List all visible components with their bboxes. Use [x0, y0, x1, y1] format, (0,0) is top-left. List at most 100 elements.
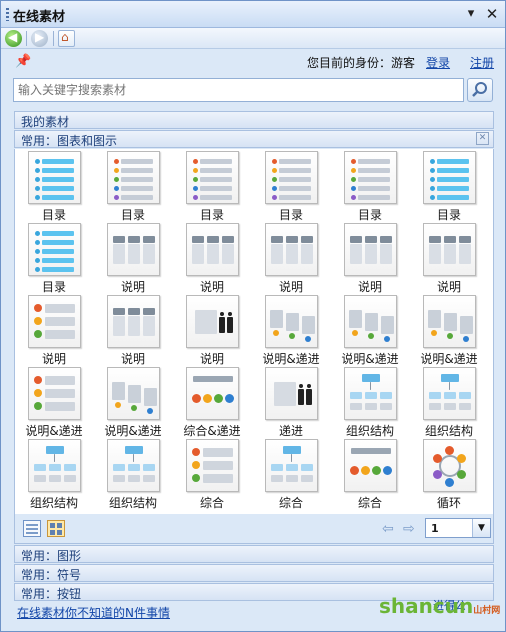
asset-thumbnail [186, 151, 239, 204]
asset-tile[interactable]: 说明&递进 [94, 366, 172, 438]
asset-tile[interactable]: 说明 [15, 294, 93, 366]
search-button[interactable] [467, 78, 493, 102]
dropdown-icon[interactable]: ▼ [472, 519, 490, 537]
asset-tile[interactable]: 目录 [15, 222, 93, 294]
asset-tile[interactable]: 综合 [173, 438, 251, 510]
asset-thumbnail [28, 223, 81, 276]
asset-label: 组织结构 [108, 496, 157, 510]
section-my-assets[interactable]: 我的素材 [14, 111, 494, 129]
asset-tile[interactable]: 组织结构 [331, 366, 409, 438]
grip-handle[interactable] [6, 8, 9, 21]
section-close-icon[interactable]: ✕ [476, 132, 489, 145]
back-icon[interactable]: ◀ [5, 30, 22, 47]
login-link[interactable]: 登录 [426, 54, 450, 71]
home-icon[interactable]: ⌂ [58, 30, 75, 47]
asset-tile[interactable]: 说明 [94, 222, 172, 294]
pane-title: 在线素材 [13, 10, 66, 25]
asset-thumbnail [107, 223, 160, 276]
asset-label: 说明 [199, 352, 224, 366]
asset-tile[interactable]: 目录 [252, 150, 330, 222]
asset-tile[interactable]: 说明 [252, 222, 330, 294]
prev-page-icon[interactable]: ⇦ [382, 521, 394, 537]
asset-thumbnail [265, 223, 318, 276]
asset-tile[interactable]: 目录 [410, 150, 488, 222]
asset-label: 目录 [278, 208, 303, 222]
asset-tile[interactable]: 组织结构 [410, 366, 488, 438]
next-page-icon[interactable]: ⇨ [403, 521, 415, 537]
asset-tile[interactable]: 组织结构 [15, 438, 93, 510]
asset-label: 说明 [357, 280, 382, 294]
asset-label: 说明 [120, 280, 145, 294]
asset-tile[interactable]: 综合 [252, 438, 330, 510]
asset-label: 说明 [199, 280, 224, 294]
asset-label: 组织结构 [29, 496, 78, 510]
asset-thumbnail [423, 295, 476, 348]
asset-label: 说明 [436, 280, 461, 294]
asset-thumbnail [423, 439, 476, 492]
asset-thumbnail [186, 367, 239, 420]
asset-tile[interactable]: 说明 [173, 294, 251, 366]
asset-tile[interactable]: 递进 [252, 366, 330, 438]
asset-thumbnail [265, 295, 318, 348]
asset-tile[interactable]: 目录 [94, 150, 172, 222]
asset-tile[interactable]: 目录 [15, 150, 93, 222]
asset-thumbnail [28, 439, 81, 492]
asset-label: 说明&递进 [25, 424, 83, 438]
thumbnail-view-icon[interactable] [47, 520, 65, 537]
asset-label: 说明&递进 [420, 352, 478, 366]
asset-tile[interactable]: 说明 [94, 294, 172, 366]
asset-thumbnail [265, 151, 318, 204]
asset-tile[interactable]: 说明 [173, 222, 251, 294]
asset-label: 说明 [120, 352, 145, 366]
chevron-down-icon[interactable]: ▾ [462, 5, 480, 23]
asset-label: 目录 [41, 208, 66, 222]
identity-text: 您目前的身份：游客 [307, 56, 416, 70]
asset-thumbnail [107, 295, 160, 348]
asset-tile[interactable]: 目录 [331, 150, 409, 222]
watermark-sub: 山村网 [473, 606, 501, 616]
asset-label: 组织结构 [345, 424, 394, 438]
asset-label: 综合&递进 [183, 424, 241, 438]
asset-label: 循环 [436, 496, 461, 510]
asset-thumbnail [186, 439, 239, 492]
asset-thumbnail [344, 151, 397, 204]
asset-tile[interactable]: 说明&递进 [331, 294, 409, 366]
asset-thumbnail [423, 151, 476, 204]
user-row: 📌 您目前的身份：游客 登录 注册 [1, 51, 505, 73]
asset-thumbnail [28, 367, 81, 420]
asset-thumbnail [28, 295, 81, 348]
asset-tile[interactable]: 综合&递进 [173, 366, 251, 438]
asset-tile[interactable]: 组织结构 [94, 438, 172, 510]
pin-icon[interactable]: 📌 [15, 54, 31, 69]
asset-label: 组织结构 [424, 424, 473, 438]
section-common-charts[interactable]: 常用：图表和图示 ✕ [14, 130, 494, 148]
asset-tile[interactable]: 说明 [410, 222, 488, 294]
asset-thumbnail [344, 223, 397, 276]
asset-tile[interactable]: 说明&递进 [15, 366, 93, 438]
asset-thumbnail [186, 223, 239, 276]
asset-tile[interactable]: 说明&递进 [410, 294, 488, 366]
asset-tile[interactable]: 循环 [410, 438, 488, 510]
forward-icon[interactable]: ▶ [31, 30, 48, 47]
list-view-icon[interactable] [23, 520, 41, 537]
asset-label: 目录 [41, 280, 66, 294]
asset-grid: 目录 目录 目录 目录 目录 目录 目录 说明 说明 说明 说明 说明 说明 说明 说明 说明&递进 说明&递进… [14, 149, 494, 514]
close-icon[interactable]: ✕ [483, 5, 501, 23]
asset-label: 目录 [199, 208, 224, 222]
asset-tile[interactable]: 说明&递进 [252, 294, 330, 366]
toolbar-separator [26, 31, 27, 46]
asset-thumbnail [423, 367, 476, 420]
asset-tile[interactable]: 综合 [331, 438, 409, 510]
search-input[interactable] [13, 78, 464, 102]
asset-tile[interactable]: 说明 [331, 222, 409, 294]
section-common-shapes[interactable]: 常用：图形 [14, 545, 494, 563]
asset-thumbnail [107, 439, 160, 492]
asset-label: 说明&递进 [262, 352, 320, 366]
section-common-symbols[interactable]: 常用：符号 [14, 564, 494, 582]
asset-tile[interactable]: 目录 [173, 150, 251, 222]
page-select[interactable]: 1 ▼ [425, 518, 491, 538]
asset-label: 递进 [278, 424, 303, 438]
register-link[interactable]: 注册 [470, 54, 494, 71]
tips-link[interactable]: 在线素材你不知道的N件事情 [17, 604, 170, 621]
asset-thumbnail [107, 367, 160, 420]
